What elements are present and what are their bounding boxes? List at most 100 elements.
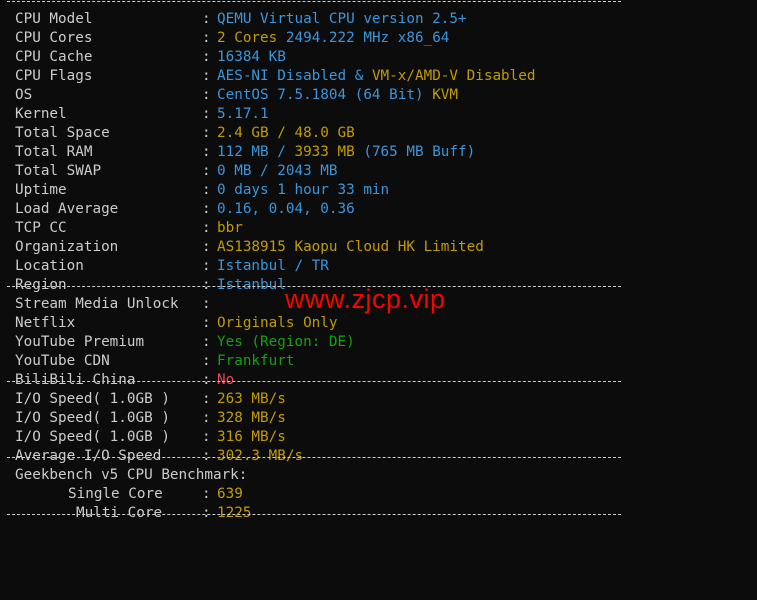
row-colon: : bbox=[202, 296, 211, 312]
row-value: 0 days 1 hour 33 min bbox=[217, 181, 389, 200]
row-label: Kernel bbox=[15, 106, 67, 122]
terminal-window[interactable]: CPU Model: QEMU Virtual CPU version 2.5+ C… bbox=[0, 0, 757, 600]
row-label: Load Average bbox=[15, 201, 119, 217]
separator-line bbox=[7, 381, 621, 382]
value-part: AES-NI Disabled & bbox=[217, 68, 372, 84]
row-label: Geekbench v5 CPU Benchmark: bbox=[15, 467, 248, 483]
value-part: 5.17.1 bbox=[217, 106, 269, 122]
info-row: CPU Flags: AES-NI Disabled & VM-x/AMD-V D… bbox=[0, 67, 757, 86]
row-colon: : bbox=[202, 163, 211, 179]
row-value: CentOS 7.5.1804 (64 Bit) KVM bbox=[217, 86, 458, 105]
value-part: Yes (Region: DE) bbox=[217, 334, 355, 350]
row-colon: : bbox=[202, 106, 211, 122]
row-value: Originals Only bbox=[217, 314, 338, 333]
info-row: I/O Speed( 1.0GB ):328 MB/s bbox=[0, 409, 757, 428]
watermark: www.zjcp.vip bbox=[285, 284, 446, 314]
value-part: 3933 MB bbox=[294, 144, 355, 160]
row-label: Single Core bbox=[68, 486, 163, 502]
value-part: 302.3 MB/s bbox=[217, 448, 304, 464]
row-colon: : bbox=[202, 239, 211, 255]
value-part: 2494.222 MHz x86_64 bbox=[285, 30, 450, 46]
row-label: I/O Speed( 1.0GB ) bbox=[15, 410, 170, 426]
row-label: CPU Model bbox=[15, 11, 93, 27]
row-colon: : bbox=[202, 182, 211, 198]
row-label: Location bbox=[15, 258, 84, 274]
info-row: Uptime:0 days 1 hour 33 min bbox=[0, 181, 757, 200]
row-label: YouTube CDN bbox=[15, 353, 110, 369]
separator-line bbox=[7, 457, 621, 458]
geekbench-header: Geekbench v5 CPU Benchmark: bbox=[0, 466, 757, 485]
row-colon: : bbox=[202, 30, 211, 46]
row-colon: : bbox=[202, 353, 211, 369]
row-colon: : bbox=[202, 429, 211, 445]
value-part: Istanbul / TR bbox=[217, 258, 329, 274]
value-part: 112 MB / bbox=[217, 144, 295, 160]
row-value: QEMU Virtual CPU version 2.5+ bbox=[217, 10, 467, 29]
row-value: Frankfurt bbox=[217, 352, 294, 371]
info-row: Total RAM:112 MB / 3933 MB (765 MB Buff) bbox=[0, 143, 757, 162]
info-row: I/O Speed( 1.0GB ):316 MB/s bbox=[0, 428, 757, 447]
row-value: Istanbul / TR bbox=[217, 257, 329, 276]
row-colon: : bbox=[202, 410, 211, 426]
value-part: Istanbul bbox=[217, 277, 286, 293]
row-value: 16384 KB bbox=[217, 48, 286, 67]
value-part: 263 MB/s bbox=[217, 391, 286, 407]
value-part: 328 MB/s bbox=[217, 410, 286, 426]
row-colon: : bbox=[202, 87, 211, 103]
value-part: (765 MB Buff) bbox=[354, 144, 476, 160]
info-row: I/O Speed( 1.0GB ):263 MB/s bbox=[0, 390, 757, 409]
row-value: 2.4 GB / 48.0 GB bbox=[217, 124, 355, 143]
info-row: OS: CentOS 7.5.1804 (64 Bit) KVM bbox=[0, 86, 757, 105]
row-colon: : bbox=[202, 68, 211, 84]
row-colon: : bbox=[202, 125, 211, 141]
value-part: Originals Only bbox=[217, 315, 338, 331]
row-label: CPU Cache bbox=[15, 49, 93, 65]
row-label: TCP CC bbox=[15, 220, 67, 236]
row-value: 328 MB/s bbox=[217, 409, 286, 428]
row-colon: : bbox=[202, 220, 211, 236]
value-part: 639 bbox=[217, 486, 243, 502]
info-row: TCP CC: bbr bbox=[0, 219, 757, 238]
value-part: 0 MB / 2043 MB bbox=[217, 163, 338, 179]
row-label: Total SWAP bbox=[15, 163, 102, 179]
value-part: 48.0 GB bbox=[294, 125, 355, 141]
value-part: Frankfurt bbox=[217, 353, 295, 369]
value-part: QEMU Virtual CPU version 2.5+ bbox=[217, 11, 467, 27]
row-value: Yes (Region: DE) bbox=[217, 333, 355, 352]
stream-header: Stream Media Unlock bbox=[15, 296, 179, 312]
info-row: Kernel:5.17.1 bbox=[0, 105, 757, 124]
row-value: 112 MB / 3933 MB (765 MB Buff) bbox=[217, 143, 475, 162]
info-row: CPU Model: QEMU Virtual CPU version 2.5+ bbox=[0, 10, 757, 29]
row-value: 0 MB / 2043 MB bbox=[217, 162, 338, 181]
row-label: I/O Speed( 1.0GB ) bbox=[15, 391, 170, 407]
row-value: 0.16, 0.04, 0.36 bbox=[217, 200, 355, 219]
row-value: 639 bbox=[217, 485, 243, 504]
value-part: AS138915 Kaopu Cloud HK Limited bbox=[217, 239, 484, 255]
row-label: Uptime bbox=[15, 182, 67, 198]
info-row: CPU Cores:2 Cores 2494.222 MHz x86_64 bbox=[0, 29, 757, 48]
single-core-row: Single Core:639 bbox=[0, 485, 757, 504]
value-part: CentOS 7.5.1804 (64 Bit) bbox=[217, 87, 433, 103]
value-part: KVM bbox=[432, 87, 459, 103]
row-colon: : bbox=[202, 315, 211, 331]
row-label: Total RAM bbox=[15, 144, 93, 160]
row-label: Netflix bbox=[15, 315, 76, 331]
separator-line bbox=[7, 1, 621, 2]
row-value: 5.17.1 bbox=[217, 105, 269, 124]
row-colon: : bbox=[202, 334, 211, 350]
value-part: 0 days 1 hour 33 min bbox=[217, 182, 390, 198]
row-value: AS138915 Kaopu Cloud HK Limited bbox=[217, 238, 484, 257]
row-value: bbr bbox=[217, 219, 243, 238]
row-colon: : bbox=[202, 49, 211, 65]
row-value: AES-NI Disabled & VM-x/AMD-V Disabled bbox=[217, 67, 535, 86]
value-part: 0.16, 0.04, 0.36 bbox=[217, 201, 355, 217]
row-label: YouTube Premium bbox=[15, 334, 145, 350]
row-colon: : bbox=[202, 11, 211, 27]
value-part: 1225 bbox=[217, 505, 252, 521]
value-part: 2.4 GB / bbox=[217, 125, 295, 141]
info-row: Load Average:0.16, 0.04, 0.36 bbox=[0, 200, 757, 219]
row-label: Total Space bbox=[15, 125, 110, 141]
row-value: 2 Cores 2494.222 MHz x86_64 bbox=[217, 29, 449, 48]
info-row: Total Space:2.4 GB / 48.0 GB bbox=[0, 124, 757, 143]
separator-line bbox=[7, 514, 621, 515]
